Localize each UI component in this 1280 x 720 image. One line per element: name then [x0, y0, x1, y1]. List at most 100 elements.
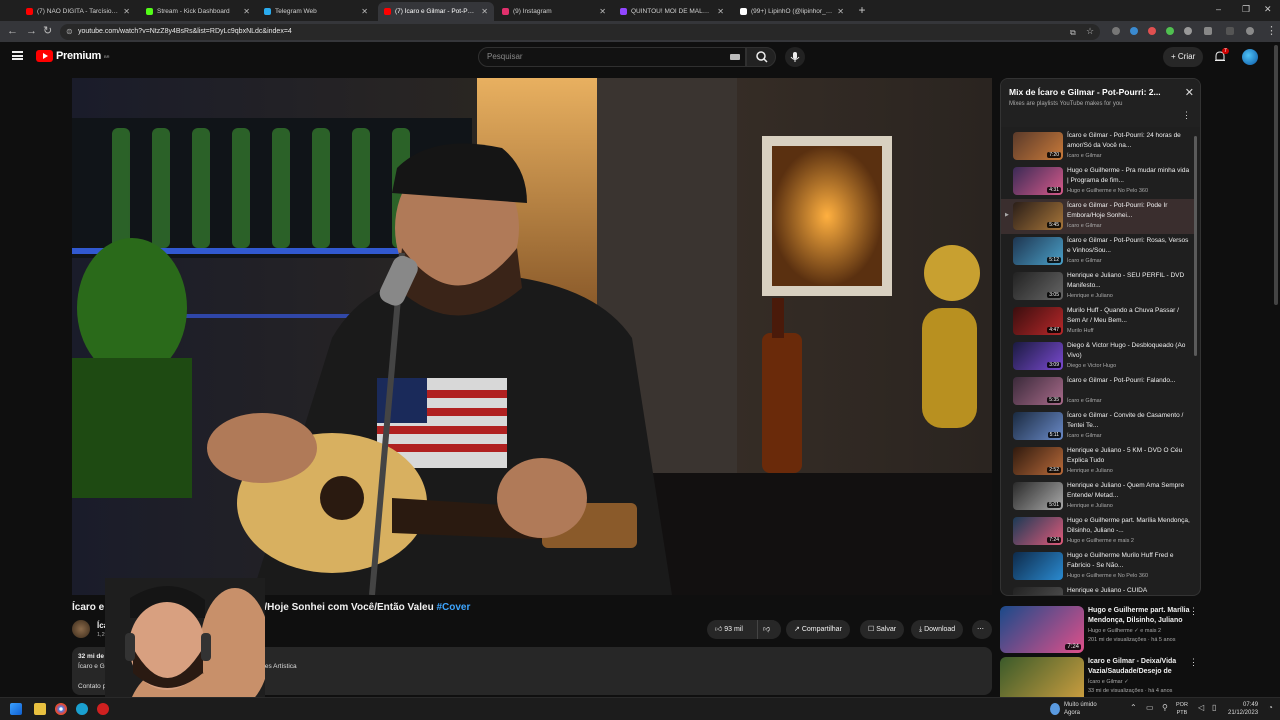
playlist-item[interactable]: 3:05 Henrique e Juliano - SEU PERFIL - DV… — [1001, 269, 1194, 304]
channel-avatar[interactable] — [72, 620, 90, 638]
playlist-thumbnail[interactable]: 4:31 — [1013, 167, 1063, 195]
playlist-item[interactable]: 5:35 Ícaro e Gilmar - Pot-Pourri: Falando… — [1001, 374, 1194, 409]
install-icon[interactable]: ⧉ — [1070, 26, 1076, 39]
chevron-up-icon[interactable]: ⌃ — [1130, 703, 1137, 712]
menu-icon[interactable] — [12, 51, 23, 60]
battery-icon[interactable]: ▯ — [1212, 703, 1216, 712]
playlist-title[interactable]: Mix de Ícaro e Gilmar - Pot-Pourri: 2... — [1009, 87, 1184, 97]
playlist-thumbnail[interactable]: 2:52 — [1013, 447, 1063, 475]
playlist-thumbnail[interactable]: 5:45 — [1013, 202, 1063, 230]
chrome-icon[interactable] — [55, 703, 67, 715]
account-avatar[interactable] — [1242, 49, 1258, 65]
network-icon[interactable]: ▭ — [1146, 703, 1154, 712]
windows-start-icon[interactable] — [10, 703, 22, 715]
more-icon[interactable]: ⋮ — [1189, 606, 1198, 617]
playlist-item[interactable]: 7:20 Ícaro e Gilmar - Pot-Pourri: 24 hora… — [1001, 129, 1194, 164]
playlist-item[interactable]: 3:09 Diego & Victor Hugo - Desbloqueado (… — [1001, 339, 1194, 374]
close-icon[interactable]: ✕ — [1185, 86, 1194, 99]
clock[interactable]: 07:49 21/12/2023 — [1228, 701, 1258, 717]
playlist-item[interactable]: 5:11 Ícaro e Gilmar - Convite de Casament… — [1001, 409, 1194, 444]
site-info-icon[interactable]: ⊜ — [66, 24, 73, 40]
notification-center-icon[interactable]: ◔ — [1268, 703, 1273, 712]
bookmark-star-icon[interactable]: ☆ — [1086, 25, 1094, 38]
playlist-item[interactable]: ▶ 5:45 Ícaro e Gilmar - Pot-Pourri: Pode I… — [1001, 199, 1194, 234]
playlist-thumbnail[interactable]: 5:35 — [1013, 377, 1063, 405]
extension-icon[interactable] — [1112, 27, 1120, 35]
sidebar-icon[interactable] — [1226, 27, 1234, 35]
search-input[interactable]: Pesquisar — [478, 47, 746, 67]
more-icon[interactable]: ⋯ — [972, 620, 992, 639]
save-button[interactable]: ☐ Salvar — [860, 620, 905, 639]
browser-tab[interactable]: (99+) LipinhO (@lipinhor_) | Tik ✕ — [734, 2, 850, 21]
page-scrollbar[interactable] — [1274, 45, 1278, 305]
playlist-item[interactable]: 4:31 Hugo e Guilherme - Pra mudar minha v… — [1001, 164, 1194, 199]
browser-tab[interactable]: Telegram Web ✕ — [258, 2, 374, 21]
video-player[interactable] — [72, 78, 992, 595]
playlist-item[interactable]: 4:47 Murilo Huff - Quando a Chuva Passar … — [1001, 304, 1194, 339]
new-tab-button[interactable]: + — [855, 3, 869, 17]
playlist-thumbnail[interactable]: 5:12 — [1013, 237, 1063, 265]
browser-tab[interactable]: (9) Instagram ✕ — [496, 2, 612, 21]
extension-icon[interactable] — [1166, 27, 1174, 35]
extensions-puzzle-icon[interactable] — [1204, 27, 1212, 35]
app-icon[interactable] — [97, 703, 109, 715]
playlist-item[interactable]: 5:12 Ícaro e Gilmar - Pot-Pourri: Rosas, … — [1001, 234, 1194, 269]
youtube-logo[interactable]: Premium BR — [36, 50, 110, 62]
video-hashtag[interactable]: #Cover — [436, 602, 470, 613]
language-indicator[interactable]: POR PTB — [1176, 701, 1188, 717]
playlist-thumbnail[interactable] — [1013, 587, 1063, 595]
keyboard-icon[interactable] — [730, 54, 740, 60]
volume-icon[interactable]: ◁ — [1198, 703, 1204, 712]
extension-icon[interactable] — [1148, 27, 1156, 35]
extension-icon[interactable] — [1130, 27, 1138, 35]
minimize-button[interactable]: – — [1216, 4, 1221, 14]
recommended-video[interactable]: 7:24 Hugo e Guilherme part. Marília Mendo… — [1000, 606, 1200, 656]
recommended-thumbnail[interactable]: 7:24 — [1000, 606, 1084, 653]
browser-tab[interactable]: (7) Ícaro e Gilmar - Pot-Pourri: P ✕ — [378, 2, 494, 21]
playlist-thumbnail[interactable]: 5:01 — [1013, 482, 1063, 510]
browser-tab[interactable]: (7) NÃO DIGITA - Tarcísio do Ac ✕ — [20, 2, 136, 21]
browser-tab[interactable]: QUINTOU! MOI DE MALOKEIR ✕ — [614, 2, 730, 21]
playlist-thumbnail[interactable]: 7:20 — [1013, 132, 1063, 160]
playlist-scrollbar[interactable] — [1194, 136, 1197, 356]
tab-close-icon[interactable]: ✕ — [361, 7, 368, 16]
back-icon[interactable]: ← — [7, 25, 18, 38]
playlist-item[interactable]: 2:52 Henrique e Juliano - 5 KM - DVD O Cé… — [1001, 444, 1194, 479]
playlist-thumbnail[interactable]: 3:09 — [1013, 342, 1063, 370]
tab-close-icon[interactable]: ✕ — [243, 7, 250, 16]
playlist-thumbnail[interactable]: 4:47 — [1013, 307, 1063, 335]
more-icon[interactable]: ⋮ — [1182, 110, 1191, 121]
tab-close-icon[interactable]: ✕ — [481, 7, 488, 16]
extension-icon[interactable] — [1184, 27, 1192, 35]
playlist-item[interactable]: 7:24 Hugo e Guilherme part. Marília Mendo… — [1001, 514, 1194, 549]
mic-tray-icon[interactable]: ⚲ — [1162, 703, 1168, 712]
more-icon[interactable]: ⋮ — [1189, 657, 1198, 668]
edge-icon[interactable] — [76, 703, 88, 715]
maximize-button[interactable]: ❐ — [1242, 4, 1250, 15]
download-button[interactable]: ⤓ Download — [911, 620, 964, 639]
tab-close-icon[interactable]: ✕ — [837, 7, 844, 16]
tab-close-icon[interactable]: ✕ — [599, 7, 606, 16]
browser-menu-icon[interactable]: ⋮ — [1266, 25, 1277, 38]
voice-search-button[interactable] — [785, 47, 805, 67]
tab-close-icon[interactable]: ✕ — [123, 7, 130, 16]
file-explorer-icon[interactable] — [34, 703, 46, 715]
playlist-thumbnail[interactable] — [1013, 552, 1063, 580]
profile-icon[interactable] — [1246, 27, 1254, 35]
search-button[interactable] — [746, 47, 776, 67]
weather-widget[interactable]: Muito úmido Agora — [1048, 701, 1097, 717]
create-button[interactable]: + Criar — [1163, 47, 1204, 67]
playlist-thumbnail[interactable]: 3:05 — [1013, 272, 1063, 300]
browser-tab[interactable]: Stream - Kick Dashboard ✕ — [140, 2, 256, 21]
playlist-thumbnail[interactable]: 5:11 — [1013, 412, 1063, 440]
playlist-item[interactable]: 5:01 Henrique e Juliano - Quem Ama Sempre… — [1001, 479, 1194, 514]
playlist-item[interactable]: Hugo e Guilherme Murilo Huff Fred e Fabr… — [1001, 549, 1194, 584]
address-bar[interactable]: ⊜ youtube.com/watch?v=NtzZ8y4BsRs&list=R… — [60, 24, 1100, 40]
tab-close-icon[interactable]: ✕ — [717, 7, 724, 16]
playlist-thumbnail[interactable]: 7:24 — [1013, 517, 1063, 545]
reload-icon[interactable]: ↻ — [43, 25, 52, 38]
share-button[interactable]: ↗ Compartilhar — [786, 620, 850, 639]
dislike-icon[interactable]: 👎︎ — [757, 620, 781, 639]
playlist-item[interactable]: Henrique e Juliano - CUIDA — [1001, 584, 1194, 595]
forward-icon[interactable]: → — [26, 25, 37, 38]
